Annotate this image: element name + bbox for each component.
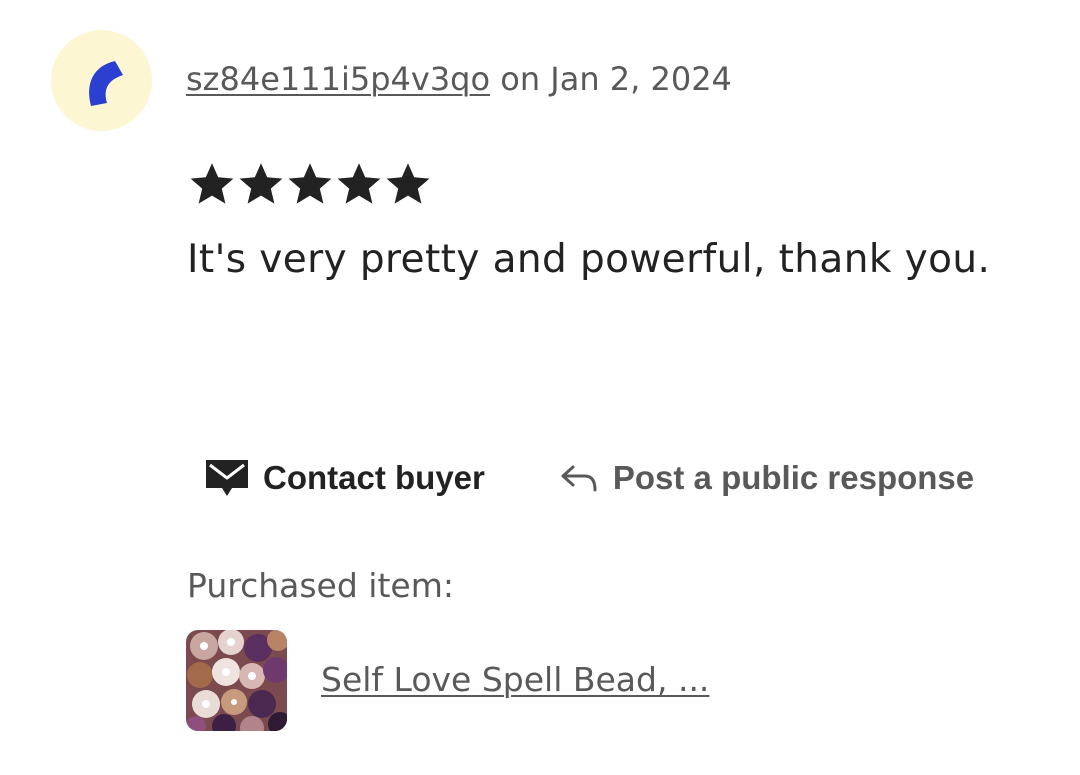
post-public-response-label: Post a public response	[612, 459, 975, 496]
envelope-icon	[206, 460, 248, 496]
star-icon	[239, 163, 283, 204]
reviewer-avatar	[51, 30, 152, 131]
reply-arrow-icon	[561, 465, 597, 492]
purchased-item-label: Purchased item:	[187, 566, 454, 605]
review-date: on Jan 2, 2024	[500, 60, 732, 98]
crescent-arc-icon	[89, 61, 123, 106]
review-header: sz84e111i5p4v3qo on Jan 2, 2024	[186, 56, 732, 102]
star-rating	[188, 160, 432, 210]
product-thumbnail[interactable]	[186, 630, 287, 731]
review-actions: Contact buyer Post a public response	[205, 453, 974, 503]
contact-buyer-button[interactable]: Contact buyer	[205, 459, 485, 497]
contact-buyer-label: Contact buyer	[263, 459, 485, 496]
star-icon	[337, 163, 381, 204]
purchased-item-link[interactable]: Self Love Spell Bead, ...	[321, 657, 709, 703]
reviewer-username-link[interactable]: sz84e111i5p4v3qo	[186, 60, 490, 98]
review-text: It's very pretty and powerful, thank you…	[187, 237, 991, 282]
star-icon	[190, 163, 234, 204]
post-public-response-button[interactable]: Post a public response	[559, 459, 974, 497]
star-icon	[288, 163, 332, 204]
star-icon	[386, 163, 430, 204]
